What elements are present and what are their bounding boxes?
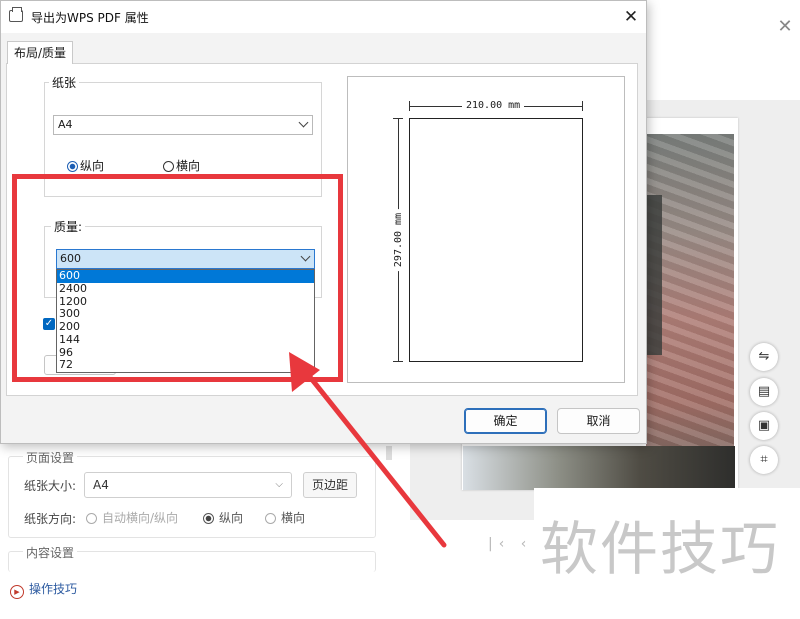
width-dimension-tick (582, 101, 583, 111)
paper-size-dropdown-value: A4 (58, 118, 73, 131)
page-settings-title: 页面设置 (23, 449, 78, 466)
height-dimension-label: 297.00 mm (393, 208, 405, 272)
printer-icon (9, 7, 23, 22)
radio-icon (86, 513, 97, 524)
width-dimension-label: 210.00 mm (462, 100, 525, 112)
radio-icon (163, 161, 174, 172)
play-icon: ▶ (10, 585, 24, 599)
cancel-button[interactable]: 取消 (557, 408, 640, 434)
background-scrollbar[interactable] (386, 446, 392, 460)
crop-tool-icon[interactable]: ⌗ (750, 446, 778, 474)
dialog-titlebar[interactable]: 导出为WPS PDF 属性 ✕ (1, 1, 646, 33)
content-settings-title: 内容设置 (23, 544, 78, 561)
paper-size-dropdown[interactable]: A4 (53, 115, 313, 135)
orientation-label: 纸张方向: (24, 512, 77, 526)
radio-icon (265, 513, 276, 524)
orientation-landscape-radio[interactable]: 横向 (265, 509, 305, 526)
portrait-radio[interactable]: 纵向 (67, 157, 104, 174)
radio-icon (203, 513, 214, 524)
dialog-title: 导出为WPS PDF 属性 (31, 11, 149, 25)
watermark-text: 软件技巧 (540, 515, 781, 583)
paper-size-select[interactable]: A4 ⌵ (84, 472, 292, 498)
save-tool-icon[interactable]: ▣ (750, 412, 778, 440)
radio-selected-icon (67, 161, 78, 172)
height-dimension-tick (393, 361, 403, 362)
tips-link[interactable]: ▶ 操作技巧 (10, 580, 77, 599)
ok-button[interactable]: 确定 (464, 408, 547, 434)
portrait-label: 纵向 (80, 159, 105, 173)
background-close-icon[interactable]: ✕ (776, 18, 794, 36)
paper-size-value: A4 (93, 478, 109, 492)
tips-label: 操作技巧 (29, 582, 78, 596)
tab-layout-quality[interactable]: 布局/质量 (7, 41, 74, 64)
width-dimension-tick (409, 101, 410, 111)
orientation-auto-radio[interactable]: 自动横向/纵向 (86, 509, 178, 526)
landscape-label: 横向 (176, 159, 201, 173)
preview-page (409, 118, 583, 362)
translate-tool-icon[interactable]: ⇋ (750, 343, 778, 371)
chevron-down-icon (298, 117, 309, 128)
orientation-auto-label: 自动横向/纵向 (102, 511, 179, 525)
paper-size-label: 纸张大小: (24, 479, 77, 493)
content-settings-group: 内容设置 (8, 544, 376, 572)
orientation-landscape-label: 横向 (281, 511, 306, 525)
background-photo-building (646, 195, 662, 355)
height-dimension-tick (393, 118, 403, 119)
close-icon[interactable]: ✕ (621, 7, 641, 27)
chevron-down-icon: ⌵ (275, 479, 283, 490)
landscape-radio[interactable]: 横向 (163, 157, 200, 174)
background-photo-strip (463, 446, 735, 490)
margin-button[interactable]: 页边距 (303, 472, 357, 498)
highlight-box (12, 174, 343, 382)
paper-group-title: 纸张 (49, 74, 80, 91)
orientation-portrait-label: 纵向 (219, 511, 244, 525)
page-nav-arrows[interactable]: |‹ ‹ (488, 536, 532, 552)
orientation-portrait-radio[interactable]: 纵向 (203, 509, 243, 526)
document-tool-icon[interactable]: ▤ (750, 378, 778, 406)
